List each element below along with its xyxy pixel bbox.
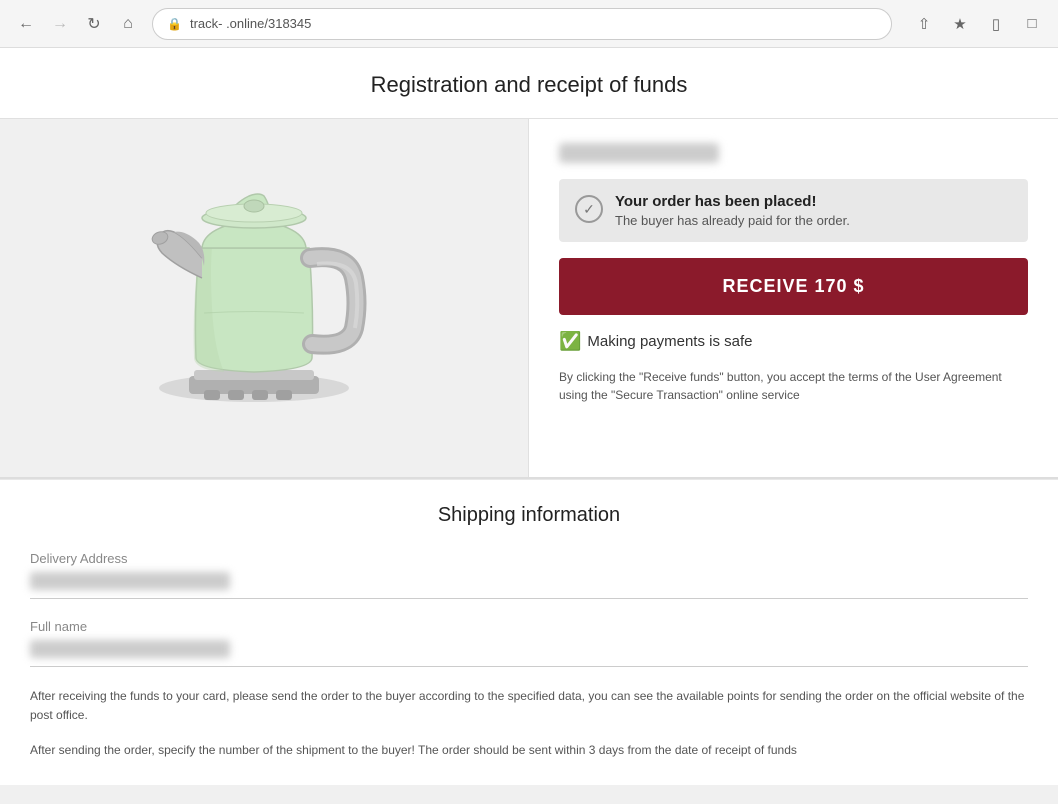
- shipping-title: Shipping information: [30, 504, 1028, 527]
- delivery-address-value-blurred: [30, 572, 230, 590]
- full-name-field: Full name: [30, 619, 1028, 667]
- back-button[interactable]: ←: [12, 10, 40, 38]
- url-text: track- .online/318345: [190, 16, 877, 31]
- shipping-section: Shipping information Delivery Address Fu…: [0, 479, 1058, 785]
- nav-buttons: ← → ↻ ⌂: [12, 10, 142, 38]
- browser-chrome: ← → ↻ ⌂ 🔒 track- .online/318345 ⇧ ★ ▯ □: [0, 0, 1058, 48]
- order-status-title: Your order has been placed!: [615, 193, 850, 210]
- extensions-button[interactable]: ▯: [982, 10, 1010, 38]
- kettle-image: [114, 148, 414, 448]
- delivery-address-label: Delivery Address: [30, 551, 1028, 566]
- shipping-info-text-1: After receiving the funds to your card, …: [30, 687, 1028, 725]
- bookmark-button[interactable]: ★: [946, 10, 974, 38]
- reload-button[interactable]: ↻: [80, 10, 108, 38]
- order-info-area: ✓ Your order has been placed! The buyer …: [529, 119, 1058, 477]
- check-circle-icon: ✓: [575, 195, 603, 223]
- lock-icon: 🔒: [167, 17, 182, 31]
- page-title: Registration and receipt of funds: [0, 72, 1058, 98]
- shipping-info-text-2: After sending the order, specify the num…: [30, 741, 1028, 760]
- order-placed-box: ✓ Your order has been placed! The buyer …: [559, 179, 1028, 242]
- receive-funds-button[interactable]: RECEIVE 170 $: [559, 258, 1028, 315]
- user-name-blurred: [559, 143, 719, 163]
- product-image-area: [0, 119, 529, 477]
- home-button[interactable]: ⌂: [114, 10, 142, 38]
- full-name-value-blurred: [30, 640, 230, 658]
- page-header: Registration and receipt of funds: [0, 48, 1058, 119]
- browser-actions: ⇧ ★ ▯ □: [910, 10, 1046, 38]
- safe-payment-label: Making payments is safe: [587, 333, 752, 350]
- kettle-svg: [124, 148, 404, 448]
- order-status-subtitle: The buyer has already paid for the order…: [615, 213, 850, 228]
- delivery-address-field: Delivery Address: [30, 551, 1028, 599]
- disclaimer-text: By clicking the "Receive funds" button, …: [559, 368, 1028, 404]
- full-name-label: Full name: [30, 619, 1028, 634]
- forward-button[interactable]: →: [46, 10, 74, 38]
- shield-check-icon: ✅: [559, 331, 581, 352]
- product-section: ✓ Your order has been placed! The buyer …: [0, 119, 1058, 479]
- safe-payment-row: ✅ Making payments is safe: [559, 331, 1028, 352]
- address-bar[interactable]: 🔒 track- .online/318345: [152, 8, 892, 40]
- order-placed-text: Your order has been placed! The buyer ha…: [615, 193, 850, 228]
- share-button[interactable]: ⇧: [910, 10, 938, 38]
- page-content: Registration and receipt of funds: [0, 48, 1058, 785]
- fullscreen-button[interactable]: □: [1018, 10, 1046, 38]
